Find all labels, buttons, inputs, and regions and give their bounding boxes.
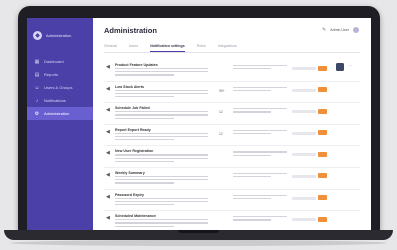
sidebar-item-label: Notifications	[44, 98, 66, 103]
row-title: Password Expiry	[115, 192, 144, 197]
brand[interactable]: ◆ Administration	[27, 18, 93, 43]
sidebar-item-label: Dashboard	[44, 59, 64, 64]
user-name: Admin User	[330, 28, 349, 32]
tab-integrations[interactable]: Integrations	[218, 44, 237, 52]
status-badge[interactable]	[318, 87, 327, 93]
row-description	[115, 154, 213, 162]
megaphone-icon: ◀	[106, 64, 110, 70]
notification-settings-list: ◀ Product Feature Updates ⋯ ◀ Low Stock Aler…	[104, 60, 360, 230]
tab-roles[interactable]: Roles	[197, 44, 206, 52]
list-item[interactable]: ◀ Schedule Job Failed 12	[104, 103, 360, 125]
tab-general[interactable]: General	[104, 44, 117, 52]
row-channel-info	[233, 65, 287, 71]
row-channel-info	[233, 86, 287, 93]
status-badge[interactable]	[318, 130, 327, 136]
row-description	[115, 219, 213, 227]
laptop-shadow	[10, 240, 387, 246]
list-item[interactable]: ◀ Weekly Summary	[104, 168, 360, 190]
main-content: Administration ✎ Admin User General Users…	[93, 18, 371, 230]
row-status	[292, 88, 316, 92]
megaphone-icon: ◀	[106, 171, 110, 178]
row-channel-info	[233, 172, 287, 179]
row-status	[292, 174, 316, 178]
list-item[interactable]: ◀ New User Registration	[104, 146, 360, 168]
row-description	[115, 132, 213, 141]
sidebar-item-administration[interactable]: ⚙ Administration	[27, 107, 93, 120]
row-status	[292, 67, 316, 70]
row-channel-info	[233, 151, 287, 157]
tab-bar: General Users Notification settings Roles In…	[104, 44, 360, 53]
sidebar-item-label: Reports	[44, 72, 59, 77]
user-menu[interactable]: ✎ Admin User	[322, 27, 359, 33]
avatar[interactable]	[353, 27, 359, 33]
row-title: Low Stock Alerts	[115, 84, 145, 89]
app-window: ◆ Administration ▦ Dashboard ▤ Reports ☺ User…	[27, 18, 371, 230]
dashboard-icon: ▦	[34, 58, 40, 65]
tab-users[interactable]: Users	[129, 44, 138, 52]
edit-icon[interactable]: ✎	[322, 27, 326, 33]
status-badge[interactable]	[318, 65, 327, 71]
row-title: Scheduled Maintenance	[115, 214, 156, 219]
sidebar-item-reports[interactable]: ▤ Reports	[27, 68, 93, 81]
sidebar-item-dashboard[interactable]: ▦ Dashboard	[27, 55, 93, 68]
row-title: Report Export Ready	[115, 127, 151, 132]
status-badge[interactable]	[318, 195, 327, 201]
row-count: 12	[219, 131, 223, 136]
page-title: Administration	[104, 26, 157, 35]
list-item[interactable]: ◀ Product Feature Updates ⋯	[104, 60, 360, 82]
row-count: 12	[219, 110, 223, 115]
row-channel-info	[233, 194, 287, 201]
more-options-icon[interactable]: ⋯	[348, 63, 352, 68]
status-badge[interactable]	[318, 173, 327, 179]
app-logo-icon: ◆	[33, 30, 42, 40]
status-badge[interactable]	[318, 108, 327, 114]
row-title: Schedule Job Failed	[115, 106, 150, 111]
row-channel-info	[233, 129, 287, 136]
sidebar-item-notifications[interactable]: ♪ Notifications	[27, 94, 93, 107]
sidebar-item-label: Users & Groups	[44, 85, 73, 90]
settings-icon: ⚙	[34, 110, 40, 117]
brand-name: Administration	[46, 32, 72, 38]
row-status	[292, 131, 316, 135]
sidebar-item-label: Administration	[44, 111, 70, 116]
laptop-screen-bezel: ◆ Administration ▦ Dashboard ▤ Reports ☺ User…	[18, 6, 380, 233]
laptop-notch	[178, 230, 219, 233]
row-status	[292, 110, 316, 114]
list-item[interactable]: ◀ Password Expiry	[104, 190, 360, 212]
row-count: 90+	[219, 88, 225, 93]
megaphone-icon: ◀	[106, 128, 110, 135]
row-title: New User Registration	[115, 149, 154, 154]
row-description	[115, 68, 213, 76]
row-action-button[interactable]	[336, 63, 344, 71]
row-title: Weekly Summary	[115, 170, 145, 175]
users-icon: ☺	[34, 84, 40, 91]
megaphone-icon: ◀	[106, 107, 110, 114]
tab-notification-settings[interactable]: Notification settings	[150, 44, 185, 52]
list-item[interactable]: ◀ Low Stock Alerts 90+	[104, 82, 360, 104]
sidebar-nav: ▦ Dashboard ▤ Reports ☺ Users & Groups ♪ Notifi…	[27, 55, 93, 120]
row-description	[115, 197, 213, 206]
sidebar: ◆ Administration ▦ Dashboard ▤ Reports ☺ User…	[27, 18, 93, 230]
megaphone-icon: ◀	[106, 150, 110, 157]
notifications-icon: ♪	[35, 97, 39, 104]
row-title: Product Feature Updates	[115, 63, 158, 67]
megaphone-icon: ◀	[106, 193, 110, 200]
row-status	[292, 153, 316, 157]
row-status	[292, 196, 316, 200]
row-status	[292, 218, 316, 222]
list-item[interactable]: ◀ Report Export Ready 12	[104, 125, 360, 147]
row-description	[115, 175, 213, 184]
topbar: Administration ✎ Admin User	[93, 18, 371, 40]
sidebar-item-users-groups[interactable]: ☺ Users & Groups	[27, 81, 93, 94]
reports-icon: ▤	[34, 71, 40, 78]
list-item[interactable]: ◀ Scheduled Maintenance	[104, 211, 360, 230]
megaphone-icon: ◀	[106, 85, 110, 92]
row-channel-info	[233, 108, 287, 114]
row-description	[115, 111, 213, 119]
megaphone-icon: ◀	[106, 215, 110, 222]
status-badge[interactable]	[318, 151, 327, 157]
row-channel-info	[233, 216, 287, 222]
status-badge[interactable]	[318, 216, 327, 222]
row-description	[115, 89, 213, 98]
